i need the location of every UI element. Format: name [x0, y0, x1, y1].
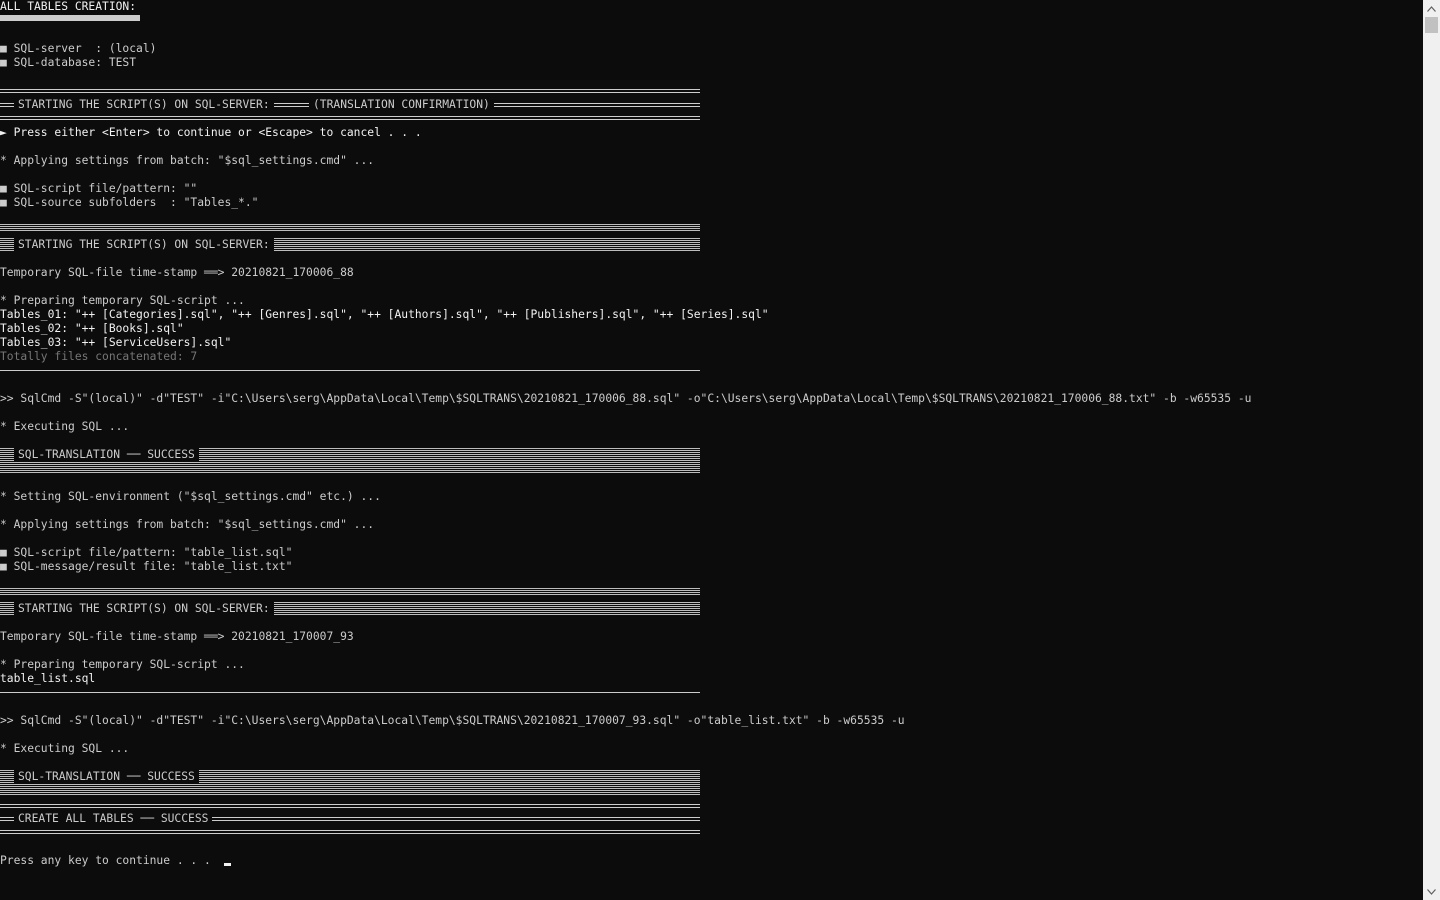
section-divider-shaded — [0, 224, 700, 231]
executing-sql-line: * Executing SQL ... — [0, 420, 130, 433]
preparing-script-line: * Preparing temporary SQL-script ... — [0, 294, 245, 307]
console-title: ALL TABLES CREATION: — [0, 0, 137, 13]
create-all-success-banner: CREATE ALL TABLES ── SUCCESS — [14, 812, 213, 826]
section-divider — [0, 804, 700, 808]
applying-settings-line: * Applying settings from batch: "$sql_se… — [0, 518, 375, 531]
section-divider — [0, 89, 700, 93]
text-cursor — [224, 863, 231, 866]
section-header-starting-script: STARTING THE SCRIPT(S) ON SQL-SERVER: — [14, 602, 274, 616]
tables-01-line: Tables_01: "++ [Categories].sql", "++ [G… — [0, 308, 769, 321]
files-concatenated-line: Totally files concatenated: 7 — [0, 350, 198, 363]
timestamp-line: Temporary SQL-file time-stamp ══> 202108… — [0, 630, 354, 643]
section-divider — [0, 830, 700, 834]
sql-server-line: ■ SQL-server : (local) — [0, 42, 157, 55]
section-divider-shaded — [0, 462, 700, 474]
applying-settings-line: * Applying settings from batch: "$sql_se… — [0, 154, 375, 167]
setting-environment-line: * Setting SQL-environment ("$sql_setting… — [0, 490, 381, 503]
message-file-line: ■ SQL-message/result file: "table_list.t… — [0, 560, 293, 573]
script-pattern-line: ■ SQL-script file/pattern: "table_list.s… — [0, 546, 293, 559]
section-divider — [0, 116, 700, 120]
table-list-file-line: table_list.sql — [0, 672, 96, 685]
section-divider-shaded — [0, 784, 700, 796]
console-window[interactable]: ALL TABLES CREATION: ■ SQL-server : (loc… — [0, 0, 1423, 900]
sql-database-line: ■ SQL-database: TEST — [0, 56, 137, 69]
script-pattern-line: ■ SQL-script file/pattern: "" — [0, 182, 198, 195]
section-header-confirmation: STARTING THE SCRIPT(S) ON SQL-SERVER: — [14, 98, 274, 112]
scroll-down-arrow-icon[interactable] — [1423, 883, 1440, 900]
tables-02-line: Tables_02: "++ [Books].sql" — [0, 322, 184, 335]
scroll-up-arrow-icon[interactable] — [1423, 0, 1440, 17]
preparing-script-line: * Preparing temporary SQL-script ... — [0, 658, 245, 671]
timestamp-line: Temporary SQL-file time-stamp ══> 202108… — [0, 266, 354, 279]
section-header-starting-script: STARTING THE SCRIPT(S) ON SQL-SERVER: — [14, 238, 274, 252]
scrollbar-thumb[interactable] — [1425, 17, 1438, 33]
vertical-scrollbar[interactable] — [1423, 0, 1440, 900]
tables-03-line: Tables_03: "++ [ServiceUsers].sql" — [0, 336, 232, 349]
sqlcmd-command-line: >> SqlCmd -S"(local)" -d"TEST" -i"C:\Use… — [0, 392, 1252, 405]
press-any-key-prompt: Press any key to continue . . . — [0, 854, 211, 867]
divider-line — [0, 692, 700, 693]
press-enter-prompt: ► Press either <Enter> to continue or <E… — [0, 126, 422, 139]
source-subfolders-line: ■ SQL-source subfolders : "Tables_*." — [0, 196, 259, 209]
section-divider-shaded — [0, 588, 700, 595]
translation-success-banner: SQL-TRANSLATION ── SUCCESS — [14, 448, 199, 462]
divider-line — [0, 370, 700, 371]
title-underline — [0, 15, 140, 21]
sqlcmd-command-line: >> SqlCmd -S"(local)" -d"TEST" -i"C:\Use… — [0, 714, 905, 727]
section-header-confirmation-suffix: (TRANSLATION CONFIRMATION) — [309, 98, 494, 112]
executing-sql-line: * Executing SQL ... — [0, 742, 130, 755]
translation-success-banner: SQL-TRANSLATION ── SUCCESS — [14, 770, 199, 784]
